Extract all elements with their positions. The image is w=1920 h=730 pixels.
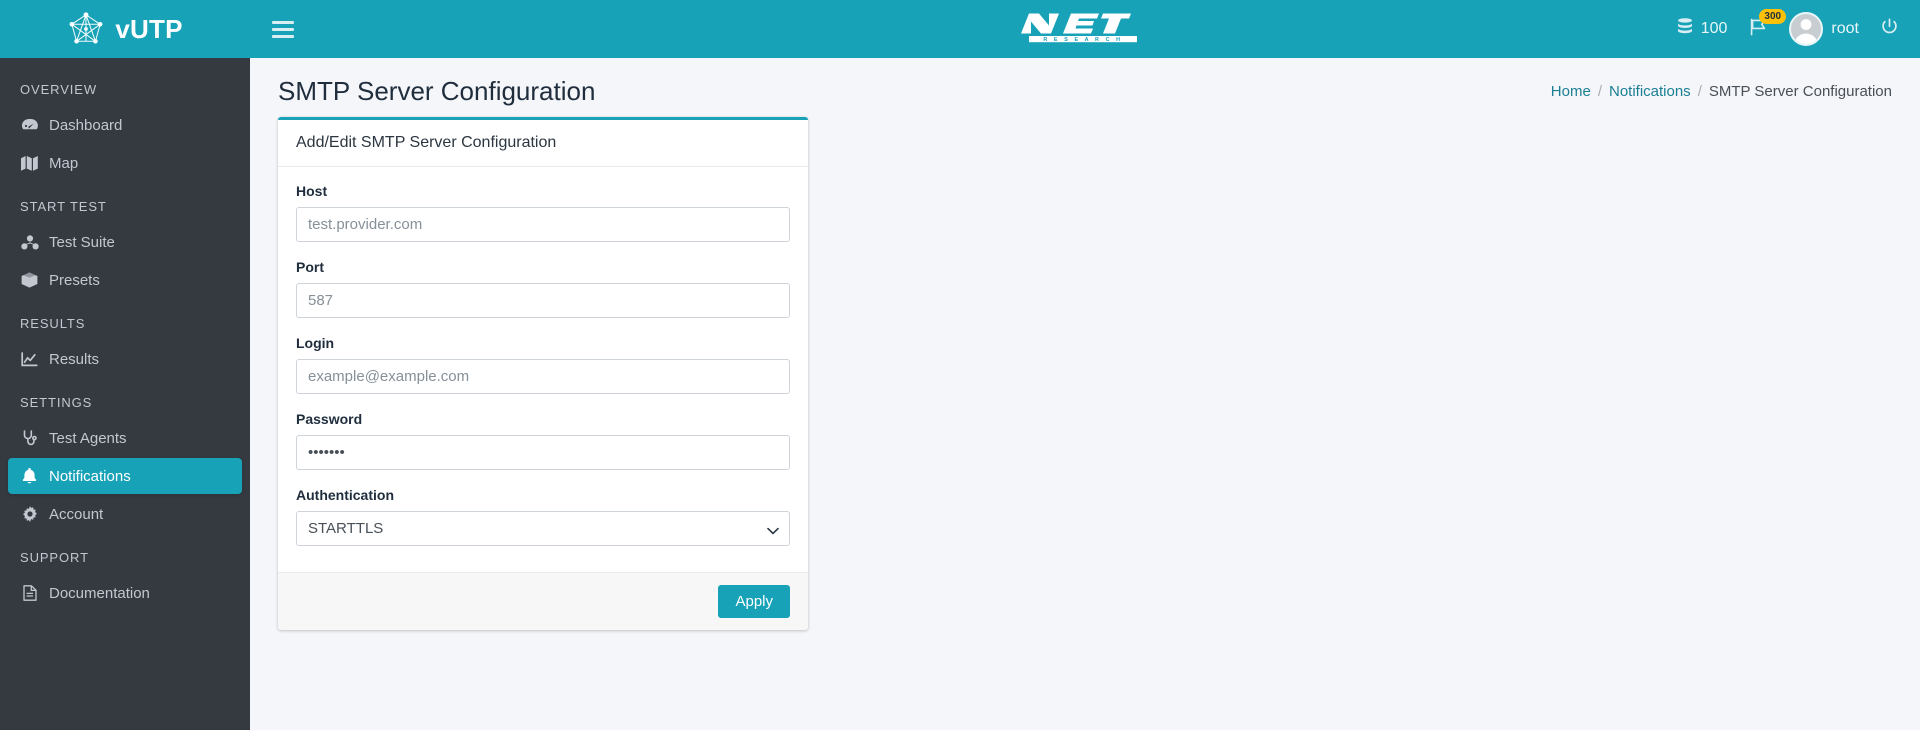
brand-name: vUTP	[115, 13, 183, 44]
chart-line-icon	[20, 350, 39, 368]
sidebar-item-map[interactable]: Map	[8, 145, 242, 181]
authentication-select[interactable]: STARTTLS	[296, 511, 790, 546]
nav-section-support: SUPPORT	[20, 550, 89, 565]
sidebar-item-presets[interactable]: Presets	[8, 262, 242, 298]
breadcrumb: Home / Notifications / SMTP Server Confi…	[1551, 83, 1892, 100]
nav-section-start-test: START TEST	[20, 199, 107, 214]
storage-indicator[interactable]: 100	[1677, 18, 1728, 40]
breadcrumb-item-home[interactable]: Home	[1551, 83, 1591, 100]
card-header: Add/Edit SMTP Server Configuration	[278, 120, 808, 167]
card-body: Host Port Login Password	[278, 167, 808, 572]
sidebar-item-notifications[interactable]: Notifications	[8, 458, 242, 494]
breadcrumb-item-notifications[interactable]: Notifications	[1609, 83, 1691, 100]
sidebar-item-test-agents[interactable]: Test Agents	[8, 420, 242, 456]
host-label: Host	[296, 183, 328, 199]
flags-indicator[interactable]: 300	[1749, 8, 1787, 41]
card-footer: Apply	[278, 572, 808, 630]
dashboard-icon	[20, 116, 39, 134]
nav-section-overview: OVERVIEW	[20, 82, 98, 97]
user-name: root	[1831, 20, 1859, 37]
gear-icon	[20, 505, 39, 523]
sidebar-item-label: Notifications	[49, 467, 131, 485]
breadcrumb-separator: /	[1697, 83, 1702, 100]
bell-icon	[20, 467, 39, 485]
breadcrumb-separator: /	[1597, 83, 1602, 100]
hamburger-menu-icon[interactable]	[272, 19, 294, 39]
page-title: SMTP Server Configuration	[278, 76, 596, 106]
map-icon	[20, 154, 39, 172]
authentication-select-wrapper: STARTTLS	[296, 511, 790, 546]
svg-text:R E S E A R C H: R E S E A R C H	[1043, 37, 1122, 43]
sidebar-item-results[interactable]: Results	[8, 341, 242, 377]
test-suite-icon	[20, 233, 39, 251]
network-graph-icon	[67, 12, 105, 46]
form-group-password: Password	[296, 411, 790, 470]
main-area: R E S E A R C H 100 300 root SMTP Server…	[250, 0, 1920, 730]
box-icon	[20, 271, 39, 289]
sidebar-item-dashboard[interactable]: Dashboard	[8, 107, 242, 143]
power-off-icon	[1881, 18, 1898, 40]
stethoscope-icon	[20, 429, 39, 447]
smtp-config-card: Add/Edit SMTP Server Configuration Host …	[278, 117, 808, 630]
sidebar-item-label: Presets	[49, 271, 100, 289]
topbar-right-actions: 100 300 root	[1677, 8, 1898, 46]
form-group-host: Host	[296, 183, 790, 242]
sidebar-item-label: Map	[49, 154, 79, 172]
topbar: R E S E A R C H 100 300 root	[250, 0, 1920, 58]
card-title: Add/Edit SMTP Server Configuration	[296, 134, 557, 151]
form-group-authentication: Authentication STARTTLS	[296, 487, 790, 546]
user-avatar-icon	[1789, 12, 1824, 46]
nav-section-results: RESULTS	[20, 316, 86, 331]
sidebar-nav: OVERVIEW Dashboard Map START TEST Test S	[0, 58, 250, 611]
content-body: Add/Edit SMTP Server Configuration Host …	[250, 117, 1920, 630]
user-menu[interactable]: root	[1789, 12, 1859, 46]
login-label: Login	[296, 335, 335, 351]
login-input[interactable]	[296, 359, 790, 394]
nav-section-settings: SETTINGS	[20, 395, 93, 410]
password-input[interactable]	[296, 435, 790, 470]
password-label: Password	[296, 411, 363, 427]
brand-logo-link[interactable]: vUTP	[0, 0, 250, 58]
sidebar-item-label: Documentation	[49, 584, 150, 602]
apply-button[interactable]: Apply	[718, 585, 790, 618]
database-icon	[1677, 18, 1693, 40]
host-input[interactable]	[296, 207, 790, 242]
storage-value: 100	[1700, 20, 1728, 37]
sidebar: vUTP OVERVIEW Dashboard Map START TEST T…	[0, 0, 250, 730]
port-label: Port	[296, 259, 324, 275]
port-input[interactable]	[296, 283, 790, 318]
net-research-logo: R E S E A R C H	[1015, 10, 1155, 49]
sidebar-item-test-suite[interactable]: Test Suite	[8, 224, 242, 260]
sidebar-item-documentation[interactable]: Documentation	[8, 575, 242, 611]
flags-badge: 300	[1759, 8, 1787, 24]
form-group-login: Login	[296, 335, 790, 394]
authentication-label: Authentication	[296, 487, 394, 503]
sidebar-item-label: Test Suite	[49, 233, 115, 251]
app-root: vUTP OVERVIEW Dashboard Map START TEST T…	[0, 0, 1920, 730]
sidebar-item-label: Dashboard	[49, 116, 123, 134]
document-icon	[20, 584, 39, 602]
sidebar-item-label: Results	[49, 350, 100, 368]
form-group-port: Port	[296, 259, 790, 318]
sidebar-item-label: Test Agents	[49, 429, 127, 447]
logout-button[interactable]	[1881, 18, 1898, 40]
breadcrumb-item-current: SMTP Server Configuration	[1708, 83, 1892, 100]
content-header: SMTP Server Configuration Home / Notific…	[250, 58, 1920, 117]
sidebar-item-label: Account	[49, 505, 104, 523]
sidebar-item-account[interactable]: Account	[8, 496, 242, 532]
